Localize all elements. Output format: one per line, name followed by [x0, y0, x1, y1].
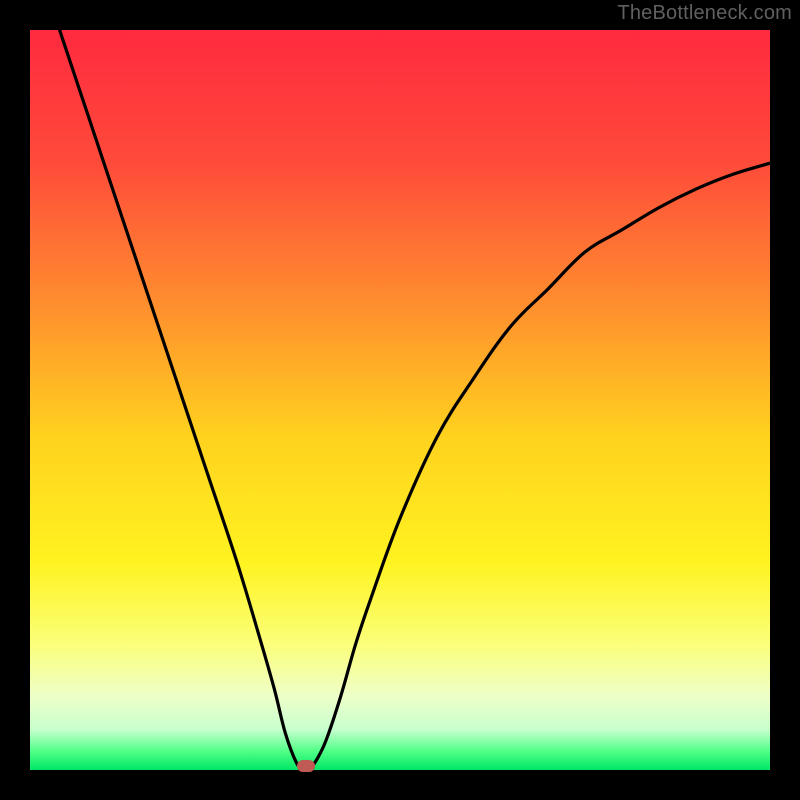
bottleneck-curve: [30, 30, 770, 770]
watermark-text: TheBottleneck.com: [617, 2, 792, 25]
chart-frame: TheBottleneck.com: [0, 0, 800, 800]
optimal-point-marker: [297, 760, 315, 772]
plot-area: [30, 30, 770, 770]
